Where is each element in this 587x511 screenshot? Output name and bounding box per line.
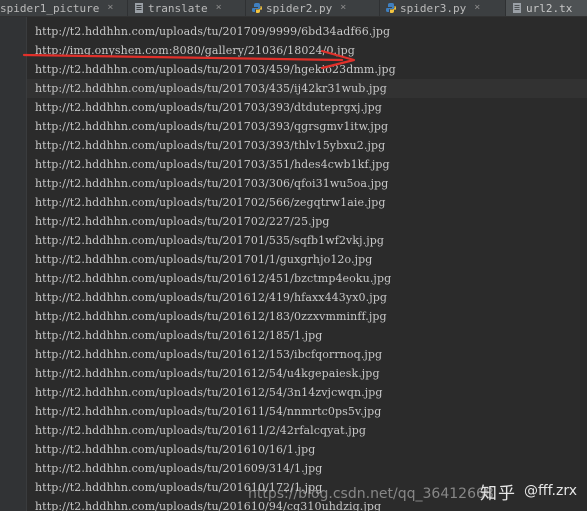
tab-translate[interactable]: translate × [128,0,246,16]
tab-label: url2.tx [526,1,573,15]
close-icon[interactable]: × [474,3,480,13]
text-line[interactable]: http://t2.hddhhn.com/uploads/tu/201609/3… [27,459,587,478]
text-file-icon [513,3,521,13]
text-line[interactable]: http://t2.hddhhn.com/uploads/tu/201612/1… [27,345,587,364]
tab-url2-txt[interactable]: url2.tx [506,0,587,16]
csdn-watermark: https://blog.csdn.net/qq_36412668 [248,486,494,502]
text-line[interactable]: http://t2.hddhhn.com/uploads/tu/201612/1… [27,307,587,326]
close-icon[interactable]: × [216,3,222,13]
text-line[interactable]: http://t2.hddhhn.com/uploads/tu/201703/3… [27,136,587,155]
text-line[interactable]: http://t2.hddhhn.com/uploads/tu/201611/5… [27,402,587,421]
zhihu-watermark: 知乎 @fff.zrx [479,480,577,504]
zhihu-logo: 知乎 [479,483,516,504]
tab-label: spider3.py [400,1,467,15]
close-icon[interactable]: × [107,3,113,13]
line-gutter[interactable] [0,17,27,511]
tab-spider1-picture[interactable]: spider1_picture × [0,0,128,16]
text-line[interactable]: http://t2.hddhhn.com/uploads/tu/201612/4… [27,288,587,307]
text-line[interactable]: http://img.onyshen.com:8080/gallery/2103… [27,41,587,60]
tab-label: translate [148,1,208,15]
tab-spider2-py[interactable]: spider2.py × [246,0,380,16]
text-line[interactable]: http://t2.hddhhn.com/uploads/tu/201611/2… [27,421,587,440]
text-file-icon [135,3,143,13]
ide-window: spider1_picture × translate × spider2.py… [0,0,587,511]
python-file-icon [386,3,396,13]
text-line[interactable]: http://t2.hddhhn.com/uploads/tu/201703/3… [27,174,587,193]
text-line-current[interactable]: http://t2.hddhhn.com/uploads/tu/201703/4… [27,79,587,98]
text-line[interactable]: http://t2.hddhhn.com/uploads/tu/201702/5… [27,193,587,212]
text-line[interactable]: http://t2.hddhhn.com/uploads/tu/201703/3… [27,117,587,136]
text-line[interactable]: http://t2.hddhhn.com/uploads/tu/201612/1… [27,326,587,345]
watermark-handle: @fff.zrx [523,483,577,499]
text-line[interactable]: http://t2.hddhhn.com/uploads/tu/201703/4… [27,60,587,79]
text-line[interactable]: http://t2.hddhhn.com/uploads/tu/201703/3… [27,155,587,174]
tab-label: spider2.py [266,1,333,15]
text-line[interactable]: http://t2.hddhhn.com/uploads/tu/201701/5… [27,231,587,250]
editor-tab-bar: spider1_picture × translate × spider2.py… [0,0,587,17]
text-line[interactable]: http://t2.hddhhn.com/uploads/tu/201612/5… [27,364,587,383]
text-line[interactable]: http://t2.hddhhn.com/uploads/tu/201610/1… [27,440,587,459]
tab-spider3-py[interactable]: spider3.py × [380,0,506,16]
text-line[interactable]: http://t2.hddhhn.com/uploads/tu/201612/4… [27,269,587,288]
python-file-icon [252,3,262,13]
text-line[interactable]: http://t2.hddhhn.com/uploads/tu/201701/1… [27,250,587,269]
close-icon[interactable]: × [340,3,346,13]
tab-label: spider1_picture [0,1,100,15]
text-line[interactable]: http://t2.hddhhn.com/uploads/tu/201702/2… [27,212,587,231]
text-line[interactable]: http://t2.hddhhn.com/uploads/tu/201703/3… [27,98,587,117]
text-editor[interactable]: http://t2.hddhhn.com/uploads/tu/201709/9… [27,17,587,511]
text-line[interactable]: http://t2.hddhhn.com/uploads/tu/201612/5… [27,383,587,402]
text-line[interactable]: http://t2.hddhhn.com/uploads/tu/201709/9… [27,22,587,41]
